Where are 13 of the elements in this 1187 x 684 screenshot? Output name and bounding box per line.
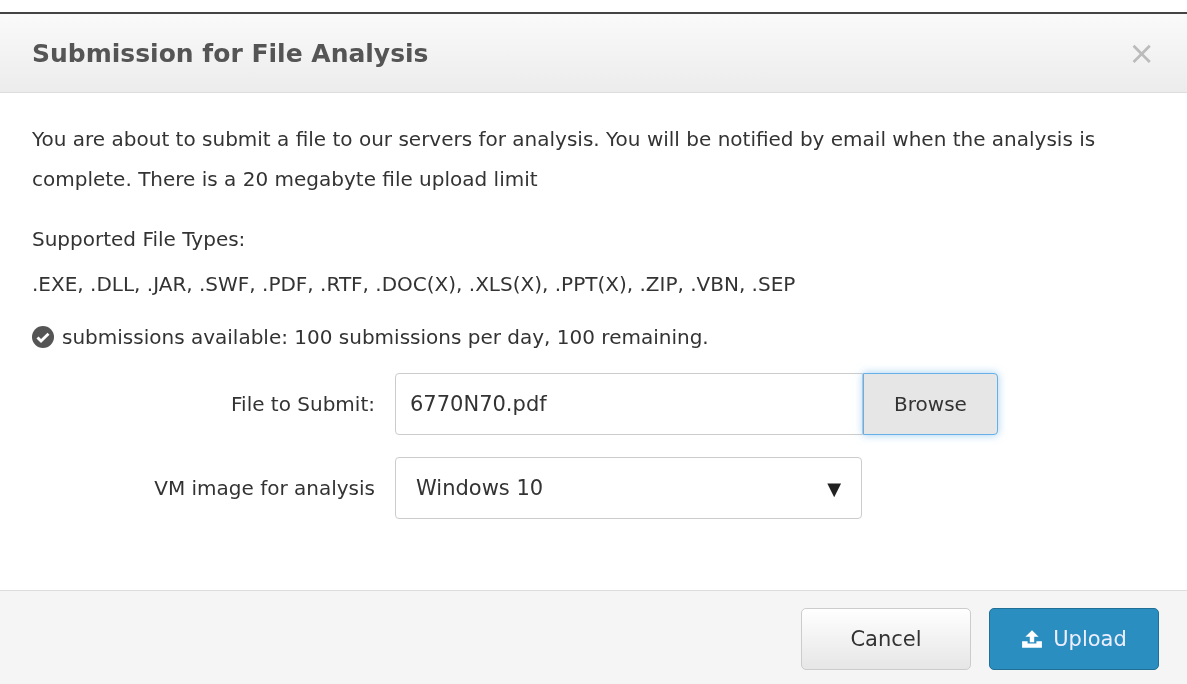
field-label: File to Submit: xyxy=(231,392,375,416)
field-label: VM image for analysis xyxy=(154,476,375,500)
browse-button[interactable]: Browse xyxy=(863,373,998,435)
vm-image-select[interactable]: Windows 10 ▼ xyxy=(395,457,862,519)
submission-status-text: submissions available: 100 submissions per day, 100 remaining. xyxy=(62,325,709,349)
file-types-list: .EXE, .DLL, .JAR, .SWF, .PDF, .RTF, .DOC(X), .XLS(X), .PPT(X), .ZIP, .VBN, .SEP xyxy=(32,262,1155,307)
check-circle-icon xyxy=(32,326,54,348)
cancel-button[interactable]: Cancel xyxy=(801,607,971,670)
file-types-label: Supported File Types: xyxy=(32,226,247,253)
intro-text: You are about to submit a file to our servers for analysis. You will be notified by email when the analysis is complete. There is a 20 megabyte file upload limit xyxy=(32,126,1097,193)
upload-icon xyxy=(1021,628,1044,649)
dialog-title: Submission for File Analysis xyxy=(32,38,429,68)
file-input-field[interactable]: 6770N70.pdf xyxy=(395,373,863,435)
